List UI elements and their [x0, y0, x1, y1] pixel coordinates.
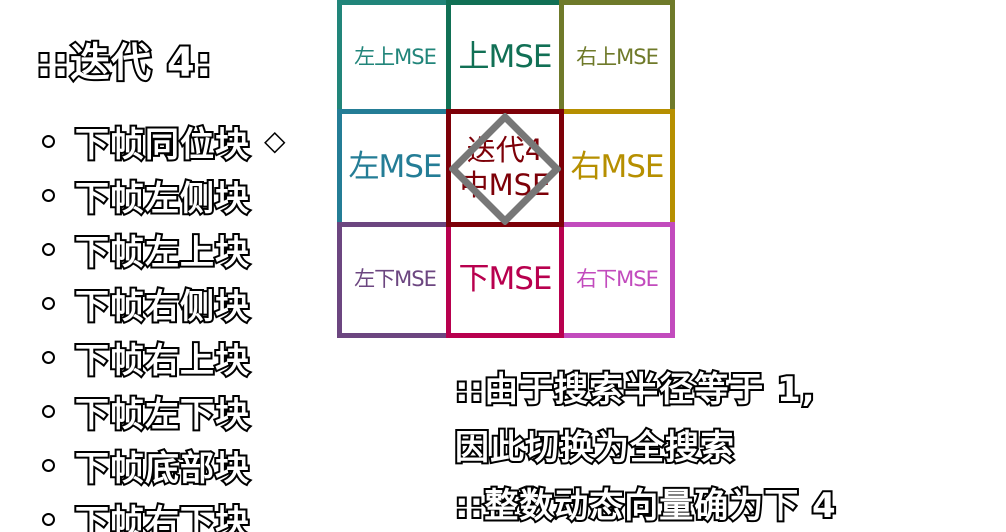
note-full-search: 因此切换为全搜索	[453, 426, 736, 470]
bullet-icon	[42, 188, 55, 202]
block-bottom-right: 右下MSE	[559, 222, 675, 338]
candidate-label: 下帧同位块	[73, 123, 251, 167]
block-top-left: 左上MSE	[337, 0, 453, 116]
candidate-label: 下帧左上块	[73, 231, 251, 275]
candidate-label: 下帧左下块	[73, 393, 251, 437]
list-item: 下帧底部块	[42, 438, 286, 492]
note-search-radius: ::由于搜索半径等于 1,	[453, 368, 817, 412]
candidate-label: 下帧右侧块	[73, 285, 251, 329]
list-item: 下帧右侧块	[42, 276, 286, 330]
diamond-marker-icon: ◇	[264, 124, 286, 157]
bullet-icon	[42, 242, 55, 256]
candidate-label: 下帧左侧块	[73, 177, 251, 221]
iteration-title: ::迭代 4:	[34, 38, 214, 88]
bullet-icon	[42, 296, 55, 310]
list-item: 下帧左上块	[42, 222, 286, 276]
block-bottom: 下MSE	[446, 222, 564, 338]
block-right: 右MSE	[559, 109, 675, 227]
candidate-label: 下帧右上块	[73, 339, 251, 383]
list-item: 下帧右下块	[42, 492, 286, 532]
candidate-label: 下帧底部块	[73, 447, 251, 491]
bullet-icon	[42, 350, 55, 364]
block-top: 上MSE	[446, 0, 564, 116]
candidate-block-list: 下帧同位块 ◇ 下帧左侧块 下帧左上块 下帧右侧块 下帧右上块 下帧左下块 下帧…	[42, 114, 286, 532]
bullet-icon	[42, 404, 55, 418]
block-bottom-left: 左下MSE	[337, 222, 453, 338]
list-item: 下帧左侧块	[42, 168, 286, 222]
bullet-icon	[42, 134, 55, 148]
candidate-label: 下帧右下块	[73, 501, 251, 532]
block-center: 迭代4 中MSE	[446, 109, 564, 227]
list-item: 下帧同位块 ◇	[42, 114, 286, 168]
block-top-right: 右上MSE	[559, 0, 675, 116]
bullet-icon	[42, 458, 55, 472]
mse-block-grid: 左上MSE 上MSE 右上MSE 左MSE 右MSE 左下MSE 右下MSE 下…	[337, 0, 675, 338]
note-integer-motion-vector: ::整数动态向量确为下 4	[453, 484, 838, 528]
bullet-icon	[42, 512, 55, 526]
list-item: 下帧右上块	[42, 330, 286, 384]
block-left: 左MSE	[337, 109, 453, 227]
list-item: 下帧左下块	[42, 384, 286, 438]
